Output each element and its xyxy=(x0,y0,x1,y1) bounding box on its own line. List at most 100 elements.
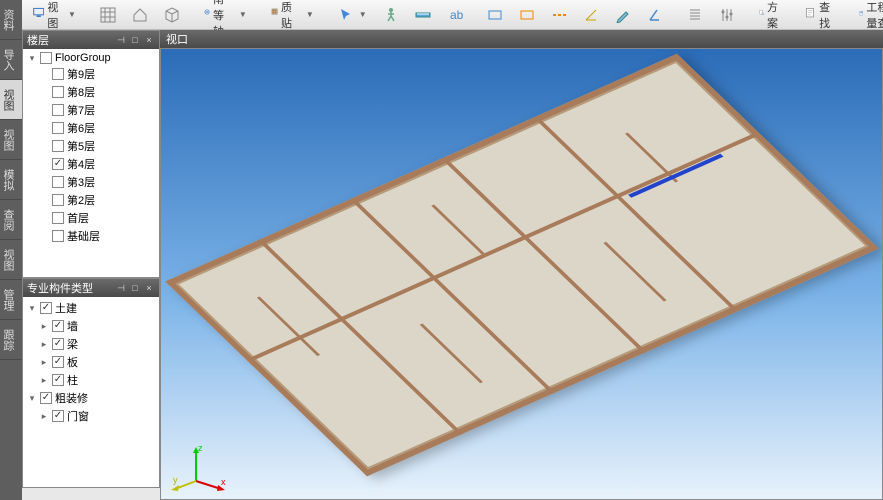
measure-button[interactable] xyxy=(408,4,438,26)
types-panel: 专业构件类型 ⊣ □ × ▾土建▸墙▸梁▸板▸柱▾粗装修▸门窗 xyxy=(22,278,160,488)
collapse-icon[interactable]: ▾ xyxy=(27,393,37,403)
floor-item[interactable]: 第8层 xyxy=(25,83,157,101)
spacer xyxy=(39,195,49,205)
spacer xyxy=(39,105,49,115)
pin-icon[interactable]: ⊣ xyxy=(115,34,127,46)
floor-item[interactable]: 基础层 xyxy=(25,227,157,245)
checkbox[interactable] xyxy=(52,374,64,386)
checkbox[interactable] xyxy=(52,68,64,80)
view-button[interactable]: 视图 ▼ xyxy=(26,0,83,34)
checkbox[interactable] xyxy=(52,230,64,242)
floors-panel-body: ▾ FloorGroup 第9层第8层第7层第6层第5层第4层第3层第2层首层基… xyxy=(23,49,159,247)
expand-icon[interactable]: ▸ xyxy=(39,339,49,349)
floor-item[interactable]: 第6层 xyxy=(25,119,157,137)
floor-item[interactable]: 第2层 xyxy=(25,191,157,209)
bars-button[interactable] xyxy=(680,4,710,26)
maximize-icon[interactable]: □ xyxy=(129,34,141,46)
left-tab[interactable]: 导入 xyxy=(0,40,22,80)
floor-label: 第5层 xyxy=(67,138,95,154)
left-tab[interactable]: 视图 xyxy=(0,120,22,160)
close-icon[interactable]: × xyxy=(143,34,155,46)
checkbox[interactable] xyxy=(52,158,64,170)
checkbox[interactable] xyxy=(52,176,64,188)
grid-button[interactable] xyxy=(93,4,123,26)
checkbox[interactable] xyxy=(52,320,64,332)
dash-orange-icon xyxy=(551,7,567,23)
pin-icon[interactable]: ⊣ xyxy=(115,282,127,294)
collapse-icon[interactable]: ▾ xyxy=(27,303,37,313)
checkbox[interactable] xyxy=(52,86,64,98)
floor-item[interactable]: 第7层 xyxy=(25,101,157,119)
angle-button[interactable] xyxy=(576,4,606,26)
viewport-3d[interactable]: z x y xyxy=(160,48,883,500)
floors-panel-header[interactable]: 楼层 ⊣ □ × xyxy=(23,31,159,49)
floor-item[interactable]: 第5层 xyxy=(25,137,157,155)
axis-compass[interactable]: z x y xyxy=(171,441,231,491)
checkbox[interactable] xyxy=(52,194,64,206)
expand-icon[interactable]: ▸ xyxy=(39,411,49,421)
type-group[interactable]: ▾粗装修 xyxy=(25,389,157,407)
maximize-icon[interactable]: □ xyxy=(129,282,141,294)
left-tab[interactable]: 管理 xyxy=(0,280,22,320)
chevron-down-icon: ▼ xyxy=(306,10,314,19)
close-icon[interactable]: × xyxy=(143,282,155,294)
arrow-tool-button[interactable]: ▼ xyxy=(331,4,374,26)
home-button[interactable] xyxy=(125,4,155,26)
checkbox[interactable] xyxy=(52,122,64,134)
texture-icon xyxy=(271,7,278,23)
types-panel-header[interactable]: 专业构件类型 ⊣ □ × xyxy=(23,279,159,297)
type-item[interactable]: ▸门窗 xyxy=(25,407,157,425)
walk-button[interactable] xyxy=(376,4,406,26)
floor-item[interactable]: 首层 xyxy=(25,209,157,227)
tree-root[interactable]: ▾ FloorGroup xyxy=(25,51,157,65)
chevron-down-icon: ▼ xyxy=(359,10,367,19)
type-item-label: 墙 xyxy=(67,318,78,334)
collapse-icon[interactable]: ▾ xyxy=(27,53,37,63)
tool-a-button[interactable] xyxy=(480,4,510,26)
type-item[interactable]: ▸墙 xyxy=(25,317,157,335)
type-item[interactable]: ▸柱 xyxy=(25,371,157,389)
expand-icon[interactable]: ▸ xyxy=(39,357,49,367)
cube-button[interactable] xyxy=(157,4,187,26)
expand-icon[interactable]: ▸ xyxy=(39,375,49,385)
floor-label: 基础层 xyxy=(67,228,100,244)
expand-icon[interactable]: ▸ xyxy=(39,321,49,331)
floor-item[interactable]: 第4层 xyxy=(25,155,157,173)
text-button[interactable]: ab xyxy=(440,4,470,26)
checkbox[interactable] xyxy=(40,392,52,404)
type-item[interactable]: ▸板 xyxy=(25,353,157,371)
left-tab[interactable]: 资料 xyxy=(0,0,22,40)
type-group[interactable]: ▾土建 xyxy=(25,299,157,317)
left-tab[interactable]: 视图 xyxy=(0,240,22,280)
building-model[interactable] xyxy=(165,54,878,477)
tool-b-button[interactable] xyxy=(512,4,542,26)
checkbox[interactable] xyxy=(52,410,64,422)
checkbox[interactable] xyxy=(52,140,64,152)
checkbox[interactable] xyxy=(52,356,64,368)
left-tab[interactable]: 模拟 xyxy=(0,160,22,200)
checkbox[interactable] xyxy=(52,104,64,116)
pen-button[interactable] xyxy=(608,4,638,26)
checkbox[interactable] xyxy=(40,52,52,64)
angle2-icon xyxy=(647,7,663,23)
type-item[interactable]: ▸梁 xyxy=(25,335,157,353)
calc-icon xyxy=(859,7,864,23)
view-button-label: 视图 xyxy=(47,0,63,31)
floor-item[interactable]: 第3层 xyxy=(25,173,157,191)
search-button[interactable]: 查找 xyxy=(798,0,842,34)
type-item-label: 板 xyxy=(67,354,78,370)
left-tab[interactable]: 查阅 xyxy=(0,200,22,240)
floors-panel-title: 楼层 xyxy=(27,32,49,48)
svg-text:ab: ab xyxy=(450,8,463,22)
tool-c-button[interactable] xyxy=(544,4,574,26)
checkbox[interactable] xyxy=(52,212,64,224)
checkbox[interactable] xyxy=(52,338,64,350)
angle2-button[interactable] xyxy=(640,4,670,26)
checkbox[interactable] xyxy=(40,302,52,314)
floor-item[interactable]: 第9层 xyxy=(25,65,157,83)
sliders-button[interactable] xyxy=(712,4,742,26)
chevron-down-icon: ▼ xyxy=(68,10,76,19)
viewport-header[interactable]: 视口 xyxy=(160,30,883,48)
left-tab[interactable]: 视图 xyxy=(0,80,22,120)
left-tab[interactable]: 跟踪 xyxy=(0,320,22,360)
